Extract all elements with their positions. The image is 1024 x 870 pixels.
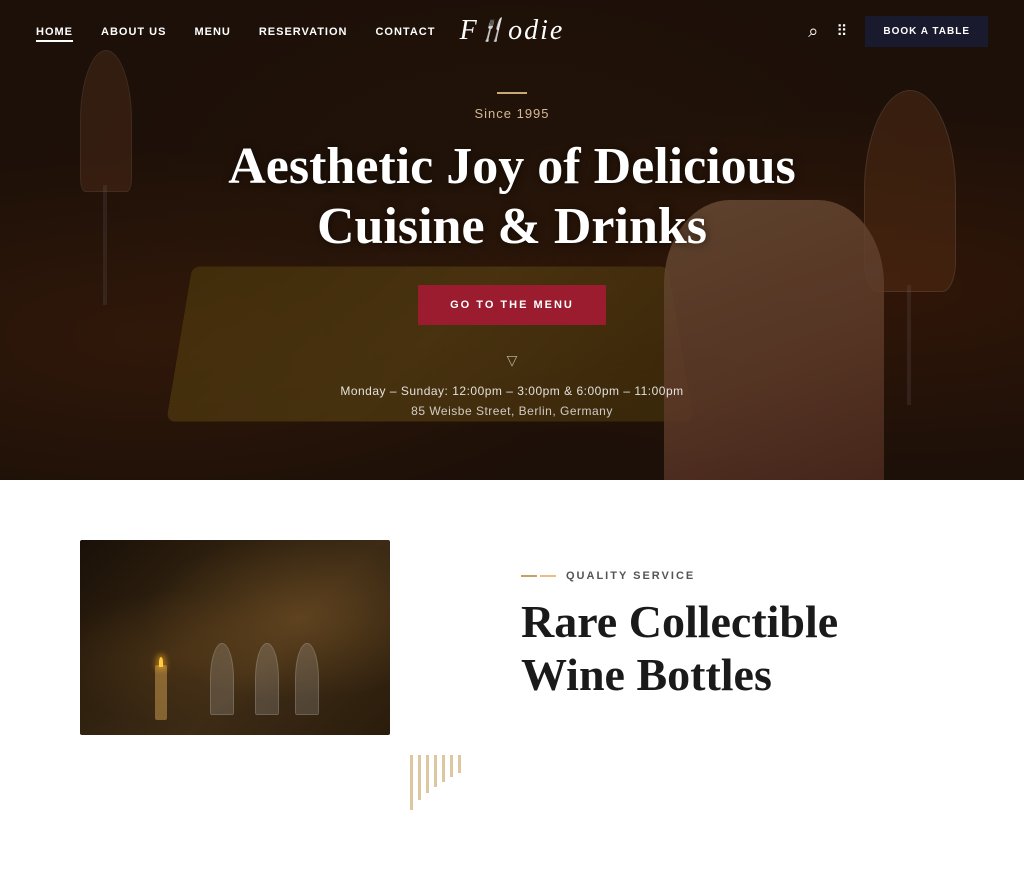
book-table-button[interactable]: BOOK A TABLE <box>865 16 988 47</box>
hero-title: Aesthetic Joy of Delicious Cuisine & Dri… <box>228 137 796 257</box>
nav-link-menu[interactable]: MENU <box>194 26 230 38</box>
quality-label-group: QUALITY SERVICE <box>521 570 944 582</box>
quality-line-1 <box>521 575 537 577</box>
scroll-chevron-icon: ▽ <box>507 353 518 370</box>
go-to-menu-button[interactable]: GO TO THE MENU <box>418 285 606 325</box>
hash-line <box>426 755 429 793</box>
nav-link-home[interactable]: HOME <box>36 26 73 42</box>
hero-address-text: 85 Weisbe Street, Berlin, Germany <box>411 404 613 418</box>
section-title: Rare Collectible Wine Bottles <box>521 596 944 702</box>
nav-link-about[interactable]: ABOUT US <box>101 26 166 38</box>
quality-label-text: QUALITY SERVICE <box>566 570 695 582</box>
below-right-column: QUALITY SERVICE Rare Collectible Wine Bo… <box>521 540 944 702</box>
section-title-line2: Wine Bottles <box>521 649 772 700</box>
nav-right-group: ⌕ ⠿ BOOK A TABLE <box>808 16 988 47</box>
logo-text-rest: odie <box>508 15 564 46</box>
hash-line <box>442 755 445 782</box>
below-fold-section: QUALITY SERVICE Rare Collectible Wine Bo… <box>0 480 1024 870</box>
nav-item-home[interactable]: HOME <box>36 22 73 40</box>
nav-link-contact[interactable]: CONTACT <box>375 26 435 38</box>
nav-item-contact[interactable]: CONTACT <box>375 22 435 40</box>
photo-glass-2 <box>255 643 279 715</box>
logo-text: F🍴odie <box>460 15 565 46</box>
hash-lines-decoration <box>410 755 461 810</box>
search-icon[interactable]: ⌕ <box>808 21 818 42</box>
hash-line <box>458 755 461 773</box>
hero-content: Since 1995 Aesthetic Joy of Delicious Cu… <box>0 0 1024 480</box>
main-navigation: HOME ABOUT US MENU RESERVATION CONTACT F… <box>0 0 1024 62</box>
hash-line <box>410 755 413 810</box>
candle-decoration <box>155 665 167 720</box>
below-left-column <box>80 540 461 810</box>
site-logo: F🍴odie <box>460 15 565 47</box>
hero-divider-line <box>497 92 527 94</box>
hero-since-text: Since 1995 <box>474 106 549 121</box>
hash-line <box>418 755 421 800</box>
grid-icon[interactable]: ⠿ <box>836 22 847 41</box>
hero-title-line2: Cuisine & Drinks <box>317 198 707 255</box>
hero-hours-text: Monday – Sunday: 12:00pm – 3:00pm & 6:00… <box>340 384 683 398</box>
nav-item-reservation[interactable]: RESERVATION <box>259 22 348 40</box>
nav-links: HOME ABOUT US MENU RESERVATION CONTACT <box>36 22 435 40</box>
photo-glass-3 <box>295 643 319 715</box>
photo-glass-1 <box>210 643 234 715</box>
hero-section: HOME ABOUT US MENU RESERVATION CONTACT F… <box>0 0 1024 480</box>
nav-item-menu[interactable]: MENU <box>194 22 230 40</box>
hash-line <box>450 755 453 777</box>
nav-link-reservation[interactable]: RESERVATION <box>259 26 348 38</box>
restaurant-interior-photo <box>80 540 390 735</box>
hash-line <box>434 755 437 787</box>
quality-accent-lines <box>521 575 556 577</box>
quality-line-2 <box>540 575 556 577</box>
hero-title-line1: Aesthetic Joy of Delicious <box>228 138 796 195</box>
section-title-line1: Rare Collectible <box>521 596 838 647</box>
nav-item-about[interactable]: ABOUT US <box>101 22 166 40</box>
